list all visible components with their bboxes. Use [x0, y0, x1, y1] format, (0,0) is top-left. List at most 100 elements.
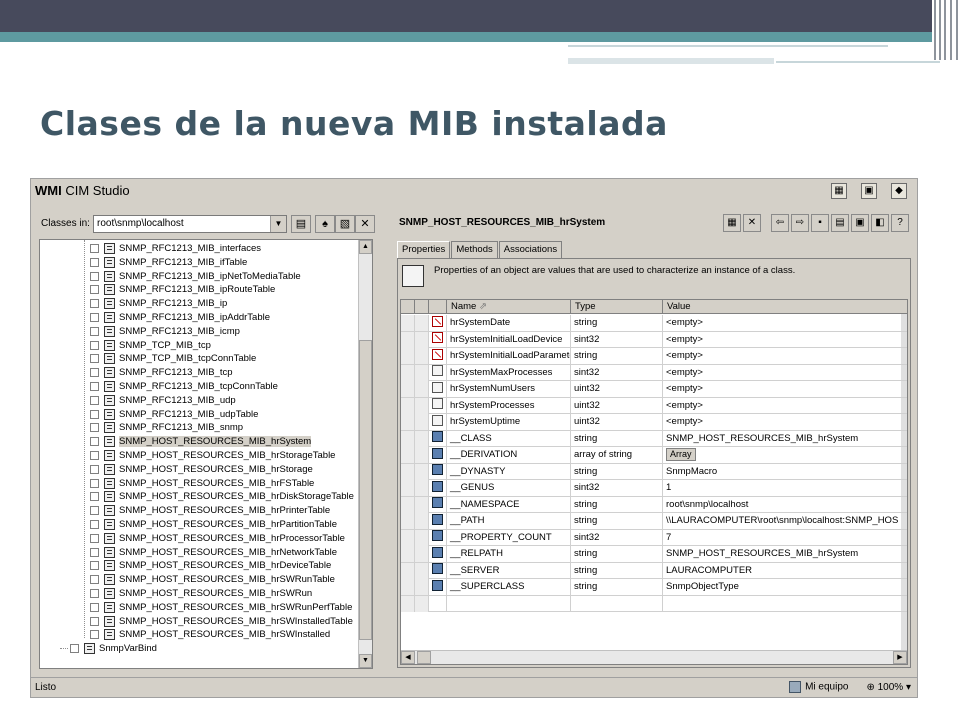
tree-item[interactable]: SNMP_HOST_RESOURCES_MIB_hrPrinterTable	[90, 504, 330, 518]
tree-item[interactable]: SNMP_RFC1213_MIB_tcpConnTable	[90, 380, 278, 394]
table-row[interactable]: __PATH string \\LAURACOMPUTER\root\snmp\lo…	[401, 513, 907, 530]
empty-cell[interactable]	[447, 595, 571, 612]
browse-icon[interactable]: ▦	[831, 183, 847, 199]
binoculars-icon[interactable]: ♠	[315, 215, 335, 233]
table-row[interactable]: hrSystemProcesses uint32 <empty>	[401, 397, 907, 414]
table-row[interactable]: __NAMESPACE string root\snmp\localhost	[401, 496, 907, 513]
tree-item[interactable]: SNMP_HOST_RESOURCES_MIB_hrSWInstalledTab…	[90, 615, 353, 629]
checkbox[interactable]	[90, 409, 99, 419]
column-header-value[interactable]: Value	[663, 300, 907, 314]
checkbox[interactable]	[90, 271, 99, 281]
tree-item[interactable]: SNMP_HOST_RESOURCES_MIB_hrStorage	[90, 463, 313, 477]
browse-namespace-button[interactable]: ▤	[291, 215, 311, 233]
tree-item[interactable]: SNMP_RFC1213_MIB_udpTable	[90, 408, 258, 422]
empty-cell[interactable]	[663, 596, 907, 612]
checkbox[interactable]	[90, 561, 99, 571]
table-row[interactable]: __SUPERCLASS string SnmpObjectType	[401, 579, 907, 596]
checkbox[interactable]	[70, 644, 79, 654]
checkbox[interactable]	[90, 547, 99, 557]
grid-horizontal-scrollbar[interactable]: ◀ ▶	[401, 650, 907, 664]
tree-item[interactable]: SNMP_RFC1213_MIB_ip	[90, 297, 227, 311]
checkbox[interactable]	[90, 588, 99, 598]
table-row[interactable]: __DERIVATION array of string Array	[401, 447, 907, 464]
table-row[interactable]: hrSystemDate string <empty>	[401, 315, 907, 332]
checkbox[interactable]	[90, 575, 99, 585]
checkbox[interactable]	[90, 492, 99, 502]
checkbox[interactable]	[90, 437, 99, 447]
checkbox[interactable]	[90, 630, 99, 640]
tree-item[interactable]: SNMP_HOST_RESOURCES_MIB_hrDeviceTable	[90, 559, 331, 573]
save-icon[interactable]: ▪	[811, 214, 829, 232]
table-row[interactable]	[401, 595, 907, 612]
class-tree[interactable]: ▲ ▼ SNMP_RFC1213_MIB_interfaces SNMP_RFC1…	[39, 239, 373, 669]
checkbox[interactable]	[90, 312, 99, 322]
tree-item[interactable]: SNMP_HOST_RESOURCES_MIB_hrStorageTable	[90, 449, 335, 463]
tree-vertical-scrollbar[interactable]: ▲ ▼	[358, 240, 372, 668]
checkbox[interactable]	[90, 326, 99, 336]
table-row[interactable]: __RELPATH string SNMP_HOST_RESOURCES_MIB_h…	[401, 546, 907, 563]
column-header-name[interactable]: Name ⇗	[447, 300, 571, 314]
table-row[interactable]: hrSystemUptime uint32 <empty>	[401, 414, 907, 431]
tree-item[interactable]: SNMP_RFC1213_MIB_interfaces	[90, 242, 261, 256]
close-icon[interactable]: ✕	[743, 214, 761, 232]
view-icon[interactable]: ▤	[831, 214, 849, 232]
array-button[interactable]: Array	[666, 448, 696, 461]
tree-item[interactable]: SNMP_HOST_RESOURCES_MIB_hrSWRunPerfTable	[90, 601, 352, 615]
tree-item[interactable]: SNMP_TCP_MIB_tcp	[90, 339, 211, 353]
tree-item[interactable]: SNMP_RFC1213_MIB_tcp	[90, 366, 233, 380]
window-icon[interactable]: ▣	[851, 214, 869, 232]
tree-item[interactable]: SNMP_HOST_RESOURCES_MIB_hrSWInstalled	[90, 628, 330, 642]
checkbox[interactable]	[90, 285, 99, 295]
table-row[interactable]: hrSystemNumUsers uint32 <empty>	[401, 381, 907, 398]
tree-item-root[interactable]: SnmpVarBind	[60, 642, 157, 656]
help-book-icon[interactable]: ◆	[891, 183, 907, 199]
chevron-down-icon[interactable]: ▼	[270, 216, 286, 232]
tree-item[interactable]: SNMP_HOST_RESOURCES_MIB_hrFSTable	[90, 477, 314, 491]
checkbox[interactable]	[90, 299, 99, 309]
table-row[interactable]: __CLASS string SNMP_HOST_RESOURCES_MIB_hrS…	[401, 430, 907, 447]
tree-item[interactable]: SNMP_HOST_RESOURCES_MIB_hrProcessorTable	[90, 532, 345, 546]
forward-arrow-icon[interactable]: ⇨	[791, 214, 809, 232]
tree-item[interactable]: SNMP_RFC1213_MIB_ipAddrTable	[90, 311, 270, 325]
tree-item[interactable]: SNMP_RFC1213_MIB_icmp	[90, 325, 240, 339]
help-icon[interactable]: ?	[891, 214, 909, 232]
zoom-indicator[interactable]: ⊕ 100% ▾	[866, 682, 911, 693]
query-icon[interactable]: ◧	[871, 214, 889, 232]
tree-item[interactable]: SNMP_RFC1213_MIB_ipRouteTable	[90, 283, 275, 297]
table-row[interactable]: hrSystemInitialLoadParamete string <empty>	[401, 348, 907, 365]
tab-associations[interactable]: Associations	[498, 241, 563, 259]
tree-item[interactable]: SNMP_RFC1213_MIB_udp	[90, 394, 236, 408]
new-class-button[interactable]: ▧	[335, 215, 355, 233]
table-row[interactable]: hrSystemMaxProcesses sint32 <empty>	[401, 364, 907, 381]
tree-item[interactable]: SNMP_RFC1213_MIB_snmp	[90, 421, 243, 435]
checkbox[interactable]	[90, 533, 99, 543]
checkbox[interactable]	[90, 423, 99, 433]
scroll-right-icon[interactable]: ▶	[893, 651, 907, 664]
property-value[interactable]: Array	[663, 447, 907, 463]
checkbox[interactable]	[90, 464, 99, 474]
back-arrow-icon[interactable]: ⇦	[771, 214, 789, 232]
tree-item[interactable]: SNMP_RFC1213_MIB_ifTable	[90, 256, 247, 270]
checkbox[interactable]	[90, 354, 99, 364]
column-header-type[interactable]: Type	[571, 300, 663, 314]
empty-cell[interactable]	[571, 595, 663, 612]
checkbox[interactable]	[90, 381, 99, 391]
checkbox[interactable]	[90, 450, 99, 460]
scroll-thumb[interactable]	[359, 340, 372, 640]
tree-item[interactable]: SNMP_RFC1213_MIB_ipNetToMediaTable	[90, 270, 301, 284]
checkbox[interactable]	[90, 243, 99, 253]
table-row[interactable]: __GENUS sint32 1	[401, 480, 907, 497]
table-row[interactable]: __DYNASTY string SnmpMacro	[401, 463, 907, 480]
tree-item[interactable]: SNMP_HOST_RESOURCES_MIB_hrDiskStorageTab…	[90, 490, 354, 504]
tree-item[interactable]: SNMP_HOST_RESOURCES_MIB_hrSystem	[90, 435, 312, 449]
checkbox[interactable]	[90, 257, 99, 267]
namespace-combo[interactable]: root\snmp\localhost ▼	[93, 215, 287, 233]
tab-properties[interactable]: Properties	[397, 241, 451, 259]
checkbox[interactable]	[90, 616, 99, 626]
scroll-down-icon[interactable]: ▼	[359, 654, 372, 668]
checkbox[interactable]	[90, 506, 99, 516]
tree-item[interactable]: SNMP_TCP_MIB_tcpConnTable	[90, 352, 256, 366]
table-row[interactable]: hrSystemInitialLoadDevice sint32 <empty>	[401, 331, 907, 348]
scroll-left-icon[interactable]: ◀	[401, 651, 415, 664]
grid-icon[interactable]: ▦	[723, 214, 741, 232]
